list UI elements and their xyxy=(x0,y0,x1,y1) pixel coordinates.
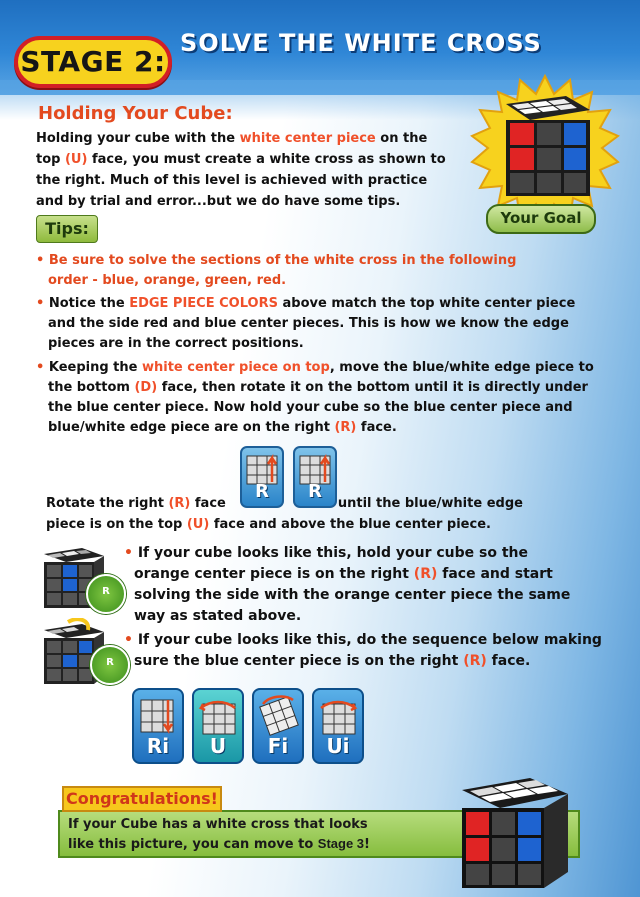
case2-text: • If your cube looks like this, do the s… xyxy=(124,632,602,669)
stage-badge: STAGE 2: xyxy=(14,36,172,88)
tip-bullet-1: • Be sure to solve the sections of the w… xyxy=(36,253,517,288)
holding-heading: Holding Your Cube: xyxy=(38,103,233,124)
stage-label: STAGE 2: xyxy=(20,45,166,78)
cube-rotate-down-icon xyxy=(140,699,174,735)
tips-label: Tips: xyxy=(36,215,98,243)
your-goal-text: Your Goal xyxy=(500,209,582,227)
tip-bullet-3: • Keeping the white center piece on top,… xyxy=(36,360,594,435)
sequence-tile-u: U xyxy=(192,688,244,764)
cube-turn-top-icon xyxy=(198,700,236,735)
sequence-tile-ui: Ui xyxy=(312,688,364,764)
goal-cube-illustration xyxy=(470,74,620,224)
cube-turn-front-icon xyxy=(259,695,299,736)
cube-turn-top-reverse-icon xyxy=(320,700,358,735)
sequence-label: Ui xyxy=(326,734,350,758)
congrats-text: If your Cube has a white cross that look… xyxy=(68,817,370,852)
sequence-tile-fi: Fi xyxy=(252,688,304,764)
congratulations-tag: Congratulations! xyxy=(62,786,222,812)
sequence-label: Ri xyxy=(146,734,170,758)
r-face-badge-1: R Face xyxy=(86,574,126,626)
case1-text: • If your cube looks like this, hold you… xyxy=(124,545,571,624)
tip-bullet-2: • Notice the EDGE PIECE COLORS above mat… xyxy=(36,296,576,351)
sequence-tile-ri: Ri xyxy=(132,688,184,764)
sequence-label: Fi xyxy=(267,734,289,758)
rotate-instruction: Rotate the right (R) face until the blue/… xyxy=(46,496,523,532)
page-title: SOLVE THE WHITE CROSS xyxy=(180,29,542,57)
final-cube-illustration xyxy=(462,778,568,888)
your-goal-label: Your Goal xyxy=(486,204,596,234)
sequence-label: U xyxy=(209,734,227,758)
holding-paragraph: Holding your cube with the white center … xyxy=(36,131,446,209)
